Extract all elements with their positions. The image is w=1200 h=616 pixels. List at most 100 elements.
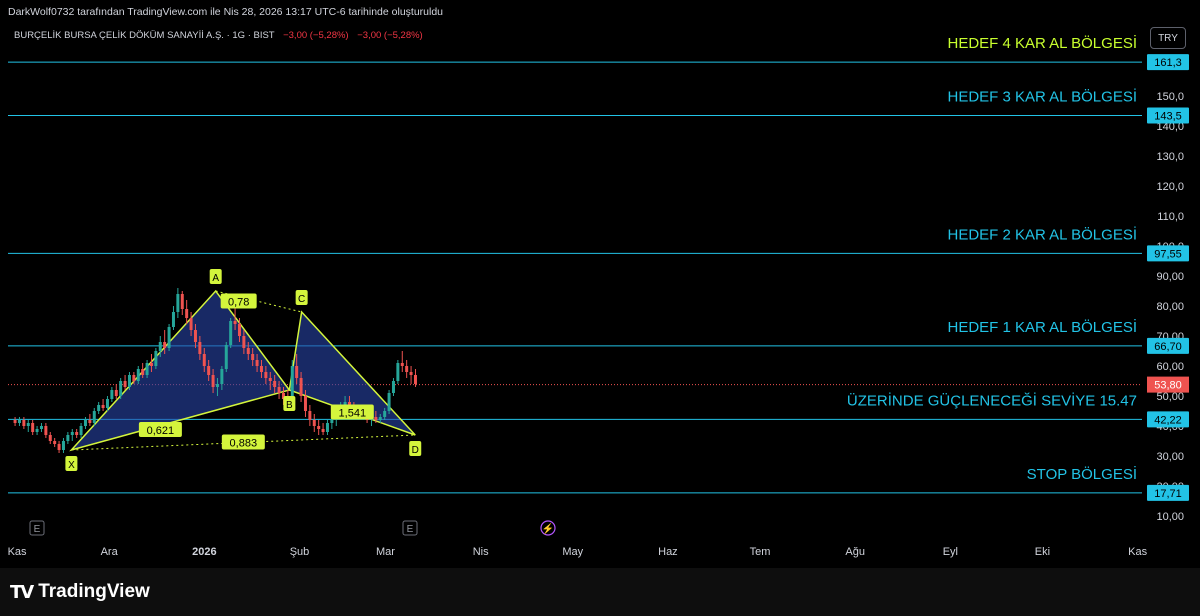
candle-body xyxy=(409,372,413,375)
candle-body xyxy=(127,375,131,387)
candle-body xyxy=(123,381,127,387)
y-tick-label: 110,0 xyxy=(1157,211,1184,223)
candle-body xyxy=(167,327,171,348)
x-tick-label: Eki xyxy=(1035,546,1050,558)
candle-body xyxy=(308,411,312,420)
y-tick-label: 50,00 xyxy=(1156,391,1184,403)
level-price-label: 143,5 xyxy=(1154,111,1182,123)
candle-body xyxy=(92,411,96,423)
candle-body xyxy=(387,393,391,411)
candle-body xyxy=(317,426,321,429)
candle-body xyxy=(295,366,299,378)
candle-body xyxy=(154,351,158,366)
level-price-label: 161,3 xyxy=(1154,57,1182,69)
candle-body xyxy=(259,366,263,372)
candle-body xyxy=(119,381,123,396)
candle-body xyxy=(163,342,167,348)
candle-body xyxy=(264,372,268,378)
x-tick-label: 2026 xyxy=(192,546,216,558)
candle-body xyxy=(136,369,140,381)
candle-body xyxy=(158,342,162,351)
x-tick-label: Nis xyxy=(473,546,489,558)
candle-body xyxy=(242,336,246,348)
ratio-label-bcd: 1,541 xyxy=(339,408,367,420)
x-tick-label: Mar xyxy=(376,546,395,558)
candle-body xyxy=(185,309,189,318)
point-label-c: C xyxy=(298,294,305,305)
earnings-event-label: E xyxy=(407,524,414,535)
candle-body xyxy=(215,384,219,387)
candle-body xyxy=(211,375,215,387)
candle-body xyxy=(233,321,237,324)
candle-body xyxy=(325,423,329,432)
candle-body xyxy=(237,324,241,336)
candle-body xyxy=(299,378,303,396)
candle-body xyxy=(79,426,83,435)
candle-body xyxy=(171,312,175,327)
candle-body xyxy=(105,399,109,408)
x-tick-label: Eyl xyxy=(943,546,958,558)
candle-body xyxy=(145,363,149,375)
level-annotation: HEDEF 3 KAR AL BÖLGESİ xyxy=(947,88,1137,106)
candle-body xyxy=(229,321,233,345)
candle-body xyxy=(48,435,52,441)
candle-body xyxy=(396,363,400,381)
price-chart[interactable]: 10,0020,0030,0040,0050,0060,0070,0080,00… xyxy=(0,0,1200,568)
level-annotation: ÜZERİNDE GÜÇLENECEĞİ SEVİYE 15.47 xyxy=(847,391,1137,409)
ratio-label-abc: 0,78 xyxy=(228,297,249,309)
candle-body xyxy=(35,429,39,432)
level-price-label: 17,71 xyxy=(1154,488,1182,500)
level-annotation: HEDEF 1 KAR AL BÖLGESİ xyxy=(947,318,1137,336)
candle-body xyxy=(83,420,87,426)
level-price-label: 42,22 xyxy=(1154,414,1182,426)
earnings-event-label: E xyxy=(34,524,41,535)
x-tick-label: Tem xyxy=(750,546,771,558)
candle-body xyxy=(75,432,79,435)
current-price-label: 53,80 xyxy=(1154,380,1182,392)
x-tick-label: Kas xyxy=(1128,546,1147,558)
level-price-label: 97,55 xyxy=(1154,248,1182,260)
level-annotation: HEDEF 2 KAR AL BÖLGESİ xyxy=(947,225,1137,243)
candle-body xyxy=(220,369,224,384)
point-label-a: A xyxy=(212,273,219,284)
candle-body xyxy=(268,378,272,381)
x-tick-label: May xyxy=(562,546,583,558)
flash-icon-glyph: ⚡ xyxy=(542,522,554,535)
candle-body xyxy=(13,420,17,423)
level-price-label: 66,70 xyxy=(1154,341,1182,353)
candle-body xyxy=(110,390,114,399)
candle-body xyxy=(255,360,259,366)
y-tick-label: 10,00 xyxy=(1156,511,1184,523)
point-label-d: D xyxy=(412,445,419,456)
candle-body xyxy=(277,387,281,393)
y-tick-label: 90,00 xyxy=(1156,271,1184,283)
tv-logo-icon: TV xyxy=(10,581,34,603)
candle-body xyxy=(44,426,48,435)
candle-body xyxy=(61,441,65,450)
candle-body xyxy=(17,420,21,423)
tradingview-logo[interactable]: TV TradingView xyxy=(10,581,150,603)
candle-body xyxy=(88,420,92,423)
candle-body xyxy=(224,345,228,369)
candle-body xyxy=(114,390,118,396)
candle-body xyxy=(405,366,409,372)
tv-logo-wordmark: TradingView xyxy=(38,581,150,602)
candle-body xyxy=(180,294,184,309)
candle-body xyxy=(246,348,250,354)
candle-body xyxy=(330,420,334,423)
y-tick-label: 60,00 xyxy=(1156,361,1184,373)
x-tick-label: Ağu xyxy=(845,546,865,558)
candle-body xyxy=(57,444,61,450)
candle-body xyxy=(202,354,206,366)
candle-body xyxy=(312,420,316,426)
candle-body xyxy=(132,375,136,381)
candle-body xyxy=(53,441,57,444)
candle-body xyxy=(251,354,255,360)
candle-body xyxy=(97,405,101,411)
candle-body xyxy=(207,366,211,375)
candle-body xyxy=(193,330,197,342)
x-tick-label: Kas xyxy=(8,546,27,558)
candle-body xyxy=(378,417,382,420)
ratio-label-xad: 0,883 xyxy=(230,438,258,450)
y-tick-label: 120,0 xyxy=(1156,181,1184,193)
